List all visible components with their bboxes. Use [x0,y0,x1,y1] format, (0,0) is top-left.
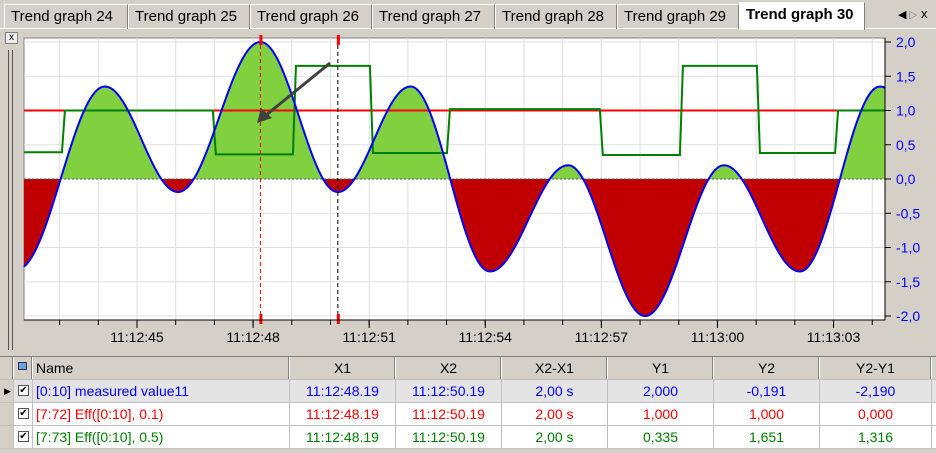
visibility-icon [14,357,33,379]
tab-bar: Trend graph 24 Trend graph 25 Trend grap… [0,0,936,30]
visible-checkbox[interactable]: ✔ [18,385,29,396]
y-tick-label: 1,5 [896,68,916,84]
cell-y2: -0,191 [714,380,820,402]
cell-y2-y1: 0,000 [820,403,932,425]
x-tick-label: 11:13:00 [691,329,745,345]
tab-scroll-left-icon[interactable]: ◀ [898,8,906,21]
y-tick-label: -1,5 [896,274,920,290]
cell-x1: 11:12:48.19 [290,426,396,448]
cursor-handle-top [259,35,263,45]
header-y1[interactable]: Y1 [608,357,714,379]
cell-y1: 1,000 [608,403,714,425]
tab-scroll-right-icon[interactable]: ▷ [909,8,917,21]
cell-x2: 11:12:50.19 [396,380,502,402]
cell-x2-x1: 2,00 s [502,380,608,402]
cell-y1: 0,335 [608,426,714,448]
cell-x1: 11:12:48.19 [290,380,396,402]
cursor-handle-top [336,35,340,45]
tab-trend-graph-27[interactable]: Trend graph 27 [372,4,495,29]
visible-checkbox[interactable]: ✔ [18,408,29,419]
y-tick-label: 0,0 [896,171,916,187]
y-tick-label: 2,0 [896,34,916,50]
table-row[interactable]: ✔ [7:72] Eff([0:10], 0.1) 11:12:48.19 11:12… [0,403,936,426]
x-tick-label: 11:12:51 [342,329,396,345]
x-tick-label: 11:12:57 [575,329,629,345]
x-tick-label: 11:12:45 [110,329,164,345]
cell-x2: 11:12:50.19 [396,403,502,425]
table-header: Name X1 X2 X2-X1 Y1 Y2 Y2-Y1 [0,357,936,380]
header-x1[interactable]: X1 [290,357,396,379]
y-tick-label: 0,5 [896,137,916,153]
cell-y2-y1: -2,190 [820,380,932,402]
cell-y1: 2,000 [608,380,714,402]
table-row[interactable]: ✔ [7:73] Eff([0:10], 0.5) 11:12:48.19 11:12… [0,426,936,449]
tab-trend-graph-29[interactable]: Trend graph 29 [617,4,739,29]
cell-x2-x1: 2,00 s [502,403,608,425]
tab-trend-graph-28[interactable]: Trend graph 28 [495,4,617,29]
cell-y2: 1,651 [714,426,820,448]
table-row[interactable]: ▶ ✔ [0:10] measured value11 11:12:48.19 11:1… [0,380,936,403]
y-tick-label: -0,5 [896,205,920,221]
tab-trend-graph-30[interactable]: Trend graph 30 [739,2,865,30]
row-indicator [0,403,14,425]
x-tick-label: 11:13:03 [807,329,861,345]
cell-x2: 11:12:50.19 [396,426,502,448]
row-indicator: ▶ [0,380,14,402]
y-tick-label: -2,0 [896,308,920,324]
visible-checkbox[interactable]: ✔ [18,431,29,442]
x-tick-label: 11:12:48 [226,329,280,345]
header-y2-y1[interactable]: Y2-Y1 [820,357,932,379]
header-name[interactable]: Name [33,357,290,379]
cell-y2: 1,000 [714,403,820,425]
row-indicator [0,426,14,448]
y-tick-label: -1,0 [896,240,920,256]
cursor-handle-bottom [336,314,340,324]
tab-trend-graph-25[interactable]: Trend graph 25 [128,4,250,29]
cursor-handle-bottom [259,314,263,324]
cursor-table: Name X1 X2 X2-X1 Y1 Y2 Y2-Y1 ▶ ✔ [0:10] me… [0,356,936,449]
header-x2-x1[interactable]: X2-X1 [502,357,608,379]
cell-name: [7:73] Eff([0:10], 0.5) [33,426,290,448]
close-tab-icon[interactable]: x [921,6,928,21]
cell-y2-y1: 1,316 [820,426,932,448]
header-y2[interactable]: Y2 [714,357,820,379]
cell-x2-x1: 2,00 s [502,426,608,448]
cell-name: [7:72] Eff([0:10], 0.1) [33,403,290,425]
tab-trend-graph-24[interactable]: Trend graph 24 [4,4,128,29]
x-tick-label: 11:12:54 [459,329,513,345]
current-row-icon: ▶ [4,386,11,396]
trend-chart[interactable]: 2,0 1,5 1,0 0,5 0,0 -0,5 -1,0 -1,5 -2,0 11:12:45 1… [0,30,936,356]
cell-name: [0:10] measured value11 [33,380,290,402]
tab-trend-graph-26[interactable]: Trend graph 26 [250,4,372,29]
cell-x1: 11:12:48.19 [290,403,396,425]
y-tick-label: 1,0 [896,103,916,119]
header-x2[interactable]: X2 [396,357,502,379]
